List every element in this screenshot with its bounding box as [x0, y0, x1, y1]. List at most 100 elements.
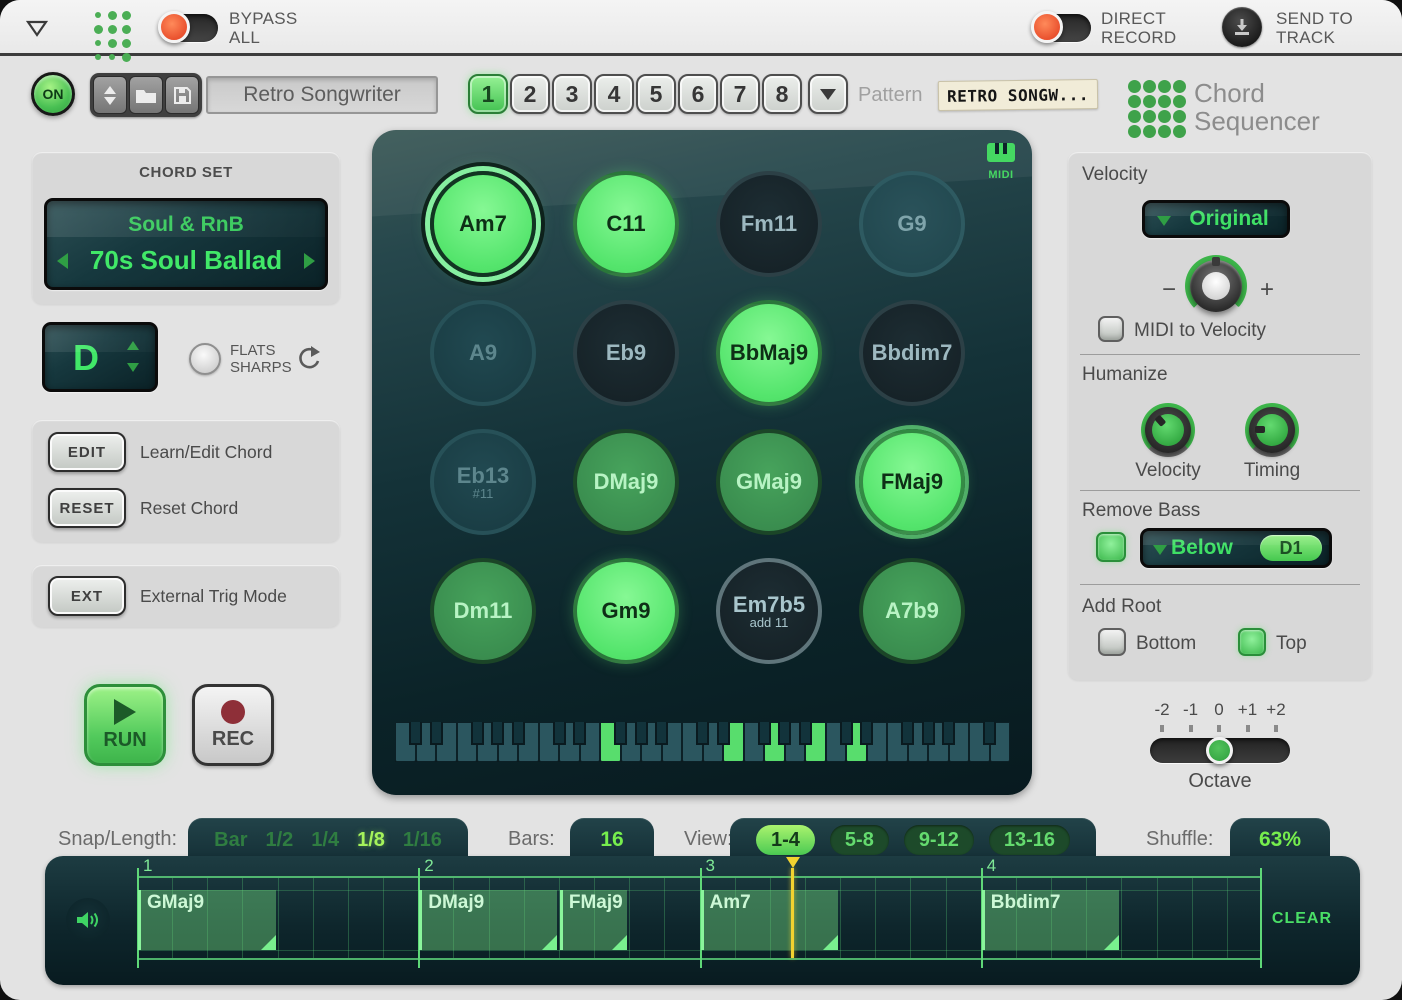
add-root-bottom-checkbox[interactable]: [1098, 628, 1126, 656]
pattern-dropdown-button[interactable]: [808, 74, 848, 114]
piano-black-key[interactable]: [717, 722, 730, 745]
clear-button[interactable]: CLEAR: [1272, 910, 1332, 928]
timeline-chord-block-Am7[interactable]: Am7: [701, 890, 839, 950]
chord-pad-Am7[interactable]: Am7: [430, 171, 536, 277]
chord-pad-A7b9[interactable]: A7b9: [859, 558, 965, 664]
velocity-knob[interactable]: [1185, 255, 1247, 317]
view-range-13-16[interactable]: 13-16: [989, 825, 1070, 855]
chord-pad-Em7b5[interactable]: Em7b5add 11: [716, 558, 822, 664]
piano-black-key[interactable]: [635, 722, 648, 745]
chord-pad-G9[interactable]: G9: [859, 171, 965, 277]
chord-pad-C11[interactable]: C11: [573, 171, 679, 277]
piano-black-key[interactable]: [491, 722, 504, 745]
remove-bass-display[interactable]: Below D1: [1140, 528, 1332, 568]
humanize-velocity-knob[interactable]: [1141, 403, 1195, 457]
timeline-chord-block-GMaj9[interactable]: GMaj9: [138, 890, 276, 950]
edit-button[interactable]: EDIT: [48, 432, 126, 472]
block-resize-handle[interactable]: [823, 935, 838, 950]
chord-pad-FMaj9[interactable]: FMaj9: [859, 429, 965, 535]
pattern-name-display[interactable]: RETRO SONGW...: [938, 79, 1098, 111]
pattern-button-5[interactable]: 5: [636, 74, 676, 114]
on-button[interactable]: ON: [31, 72, 75, 116]
view-range-5-8[interactable]: 5-8: [830, 825, 889, 855]
pattern-button-4[interactable]: 4: [594, 74, 634, 114]
audition-button[interactable]: [66, 898, 110, 942]
snap-option-Bar[interactable]: Bar: [214, 829, 247, 852]
chord-pad-Bbdim7[interactable]: Bbdim7: [859, 300, 965, 406]
piano-black-key[interactable]: [614, 722, 627, 745]
remove-bass-checkbox[interactable]: [1096, 532, 1126, 562]
chord-pad-DMaj9[interactable]: DMaj9: [573, 429, 679, 535]
snap-option-1-8[interactable]: 1/8: [357, 829, 385, 852]
snap-option-1-4[interactable]: 1/4: [311, 829, 339, 852]
save-preset-button[interactable]: [165, 76, 199, 114]
timeline-grid[interactable]: 1234GMaj9DMaj9FMaj9Am7Bbdim7: [137, 876, 1262, 960]
pattern-button-1[interactable]: 1: [468, 74, 508, 114]
view-range-9-12[interactable]: 9-12: [904, 825, 974, 855]
bypass-all-toggle[interactable]: [160, 14, 218, 42]
timeline-chord-block-Bbdim7[interactable]: Bbdim7: [982, 890, 1120, 950]
piano-black-key[interactable]: [573, 722, 586, 745]
preset-spinner-button[interactable]: [93, 76, 127, 114]
playhead-marker-icon[interactable]: [786, 857, 800, 868]
next-preset-arrow-icon[interactable]: [304, 253, 315, 269]
piano-black-key[interactable]: [430, 722, 443, 745]
chord-pad-Dm11[interactable]: Dm11: [430, 558, 536, 664]
remove-bass-note-pill[interactable]: D1: [1260, 535, 1322, 561]
pattern-button-7[interactable]: 7: [720, 74, 760, 114]
playhead-line[interactable]: [791, 868, 794, 958]
rec-button[interactable]: REC: [192, 684, 274, 766]
chord-pad-Eb13[interactable]: Eb13#11: [430, 429, 536, 535]
piano-black-key[interactable]: [553, 722, 566, 745]
timeline-chord-block-FMaj9[interactable]: FMaj9: [560, 890, 627, 950]
piano-black-key[interactable]: [696, 722, 709, 745]
piano-black-key[interactable]: [409, 722, 422, 745]
chord-pad-Gm9[interactable]: Gm9: [573, 558, 679, 664]
key-down-icon[interactable]: [127, 363, 139, 372]
piano-black-key[interactable]: [983, 722, 996, 745]
block-resize-handle[interactable]: [542, 935, 557, 950]
humanize-timing-knob[interactable]: [1245, 403, 1299, 457]
piano-black-key[interactable]: [942, 722, 955, 745]
snap-option-1-16[interactable]: 1/16: [403, 829, 442, 852]
key-selector-display[interactable]: D: [42, 322, 158, 392]
chord-pad-Eb9[interactable]: Eb9: [573, 300, 679, 406]
piano-black-key[interactable]: [922, 722, 935, 745]
direct-record-toggle[interactable]: [1033, 14, 1091, 42]
pattern-button-8[interactable]: 8: [762, 74, 802, 114]
block-resize-handle[interactable]: [261, 935, 276, 950]
piano-black-key[interactable]: [512, 722, 525, 745]
piano-black-key[interactable]: [655, 722, 668, 745]
chord-pad-GMaj9[interactable]: GMaj9: [716, 429, 822, 535]
midi-to-velocity-checkbox[interactable]: [1098, 316, 1124, 342]
key-up-icon[interactable]: [127, 341, 139, 350]
preset-name-field[interactable]: Retro Songwriter: [206, 76, 438, 114]
chord-pad-BbMaj9[interactable]: BbMaj9: [716, 300, 822, 406]
ext-button[interactable]: EXT: [48, 576, 126, 616]
view-range-1-4[interactable]: 1-4: [756, 825, 815, 855]
open-preset-button[interactable]: [129, 76, 163, 114]
chord-pad-A9[interactable]: A9: [430, 300, 536, 406]
piano-black-key[interactable]: [778, 722, 791, 745]
prev-preset-arrow-icon[interactable]: [57, 253, 68, 269]
chord-pad-Fm11[interactable]: Fm11: [716, 171, 822, 277]
block-resize-handle[interactable]: [1104, 935, 1119, 950]
snap-option-1-2[interactable]: 1/2: [265, 829, 293, 852]
piano-black-key[interactable]: [860, 722, 873, 745]
pattern-button-2[interactable]: 2: [510, 74, 550, 114]
timeline-chord-block-DMaj9[interactable]: DMaj9: [419, 890, 557, 950]
piano-black-key[interactable]: [840, 722, 853, 745]
menu-triangle-icon[interactable]: [26, 20, 48, 42]
piano-black-key[interactable]: [471, 722, 484, 745]
piano-black-key[interactable]: [901, 722, 914, 745]
piano-black-key[interactable]: [758, 722, 771, 745]
velocity-mode-display[interactable]: Original: [1142, 200, 1290, 238]
flats-sharps-button[interactable]: [189, 343, 221, 375]
add-root-top-checkbox[interactable]: [1238, 628, 1266, 656]
octave-slider-knob[interactable]: [1206, 737, 1233, 764]
pattern-button-6[interactable]: 6: [678, 74, 718, 114]
cycle-arrow-icon[interactable]: [294, 344, 322, 377]
send-to-track-button[interactable]: [1222, 7, 1262, 47]
pattern-button-3[interactable]: 3: [552, 74, 592, 114]
block-resize-handle[interactable]: [612, 935, 627, 950]
